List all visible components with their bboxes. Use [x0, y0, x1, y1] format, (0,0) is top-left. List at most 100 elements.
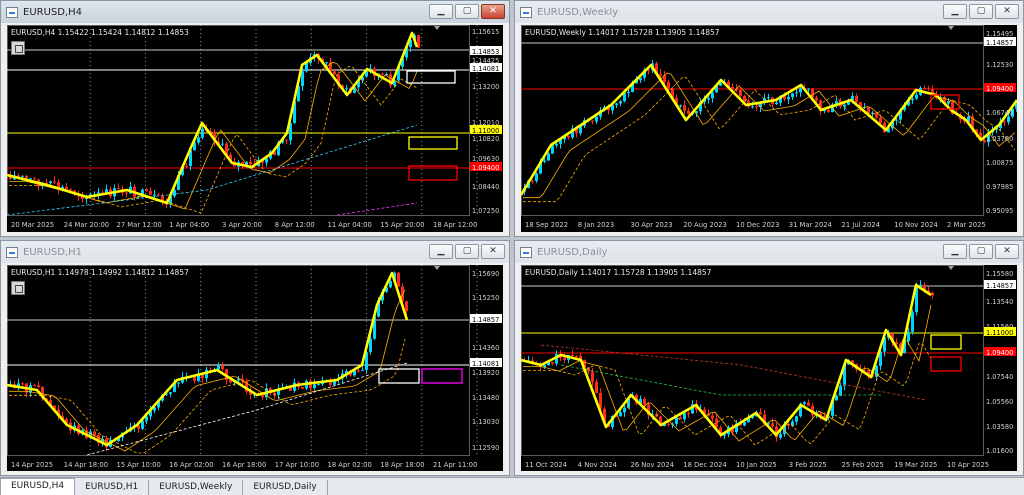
- tab-eurusd-h1[interactable]: EURUSD,H1: [75, 480, 150, 495]
- candle-body: [591, 371, 594, 382]
- tab-eurusd-weekly[interactable]: EURUSD,Weekly: [149, 480, 244, 495]
- minimize-button[interactable]: ▁: [943, 4, 967, 19]
- candle-body: [145, 189, 148, 191]
- candle-body: [767, 97, 770, 99]
- candle-body: [683, 105, 686, 111]
- window-titlebar[interactable]: EURUSD,Weekly ▁ ▢ ✕: [515, 1, 1023, 23]
- tab-eurusd-h4[interactable]: EURUSD,H4: [0, 478, 76, 495]
- time-axis-label: 10 Nov 2024: [894, 221, 938, 229]
- candle-body: [799, 88, 802, 93]
- candle-body: [751, 106, 754, 108]
- candle-body: [923, 87, 926, 89]
- candle-body: [361, 369, 364, 371]
- candle-body: [345, 88, 348, 90]
- candle-body: [33, 178, 36, 180]
- candle-body: [49, 181, 52, 184]
- time-axis-label: 18 Dec 2024: [683, 461, 726, 469]
- candle-body: [595, 381, 598, 393]
- candle-body: [117, 188, 120, 190]
- candle-body: [667, 423, 670, 425]
- window-title: EURUSD,H4: [23, 6, 83, 18]
- candle-body: [787, 97, 790, 100]
- close-button[interactable]: ✕: [995, 4, 1019, 19]
- indicator-line: [560, 364, 881, 396]
- candle-body: [591, 120, 594, 122]
- chart-shift-marker: [434, 266, 440, 270]
- indicator-line: [336, 202, 418, 216]
- candle-body: [65, 186, 68, 190]
- tab-eurusd-daily[interactable]: EURUSD,Daily: [243, 480, 328, 495]
- candle-body: [711, 92, 714, 99]
- maximize-button[interactable]: ▢: [455, 4, 479, 19]
- candle-body: [687, 413, 690, 415]
- close-button[interactable]: ✕: [995, 244, 1019, 259]
- minimize-button[interactable]: ▁: [943, 244, 967, 259]
- price-axis-label: 1.06740: [986, 109, 1013, 117]
- chart-window-daily[interactable]: EURUSD,Daily ▁ ▢ ✕ 1.15580 1.14857 1.13540…: [514, 240, 1024, 476]
- moving-average-line: [523, 72, 1016, 199]
- candle-body: [177, 382, 180, 384]
- candle-body: [815, 97, 818, 101]
- price-axis-label: 1.03580: [986, 423, 1013, 431]
- candle-body: [563, 357, 566, 360]
- candle-body: [627, 91, 630, 93]
- price-chart[interactable]: 1.15495 1.14857 1.12530 1.09400 1.06740 1.037…: [521, 25, 1017, 232]
- chart-icon: [6, 6, 18, 18]
- minimize-button[interactable]: ▁: [429, 4, 453, 19]
- candle-body: [567, 135, 570, 138]
- price-axis-label: 1.14857: [986, 282, 1013, 290]
- chart-shift-marker: [948, 266, 954, 270]
- close-button[interactable]: ✕: [481, 244, 505, 259]
- time-axis-label: 30 Apr 2023: [631, 221, 673, 229]
- maximize-button[interactable]: ▢: [969, 4, 993, 19]
- minimize-button[interactable]: ▁: [429, 244, 453, 259]
- window-titlebar[interactable]: EURUSD,H1 ▁ ▢ ✕: [1, 241, 509, 263]
- price-axis-label: 1.13200: [472, 83, 499, 91]
- candle-body: [249, 161, 252, 165]
- time-axis-label: 18 Apr 02:00: [328, 461, 372, 469]
- time-axis-label: 18 Apr 12:00: [433, 221, 477, 229]
- window-titlebar[interactable]: EURUSD,H4 ▁ ▢ ✕: [1, 1, 509, 23]
- candle-body: [301, 387, 304, 389]
- candle-body: [555, 143, 558, 146]
- candle-body: [803, 402, 806, 404]
- time-axis-label: 16 Apr 18:00: [222, 461, 266, 469]
- price-chart[interactable]: 1.15690 1.15250 1.14857 1.14360 1.14081 1.139…: [7, 265, 503, 471]
- time-axis-label: 14 Apr 18:00: [64, 461, 108, 469]
- time-axis-label: 1 Apr 04:00: [169, 221, 209, 229]
- candle-body: [619, 101, 622, 104]
- one-click-trading-icon[interactable]: [11, 41, 25, 55]
- maximize-button[interactable]: ▢: [455, 244, 479, 259]
- candle-body: [357, 370, 360, 372]
- chart-window-weekly[interactable]: EURUSD,Weekly ▁ ▢ ✕ 1.15495 1.14857 1.1253…: [514, 0, 1024, 237]
- candle-body: [907, 331, 910, 342]
- time-axis-label: 15 Apr 10:00: [117, 461, 161, 469]
- time-axis-label: 10 Dec 2023: [736, 221, 779, 229]
- one-click-trading-icon[interactable]: [11, 281, 25, 295]
- candle-body: [193, 376, 196, 381]
- candle-body: [1007, 116, 1010, 123]
- candle-body: [531, 180, 534, 182]
- chart-window-h1[interactable]: EURUSD,H1 ▁ ▢ ✕ 1.15690 1.15250 1.14857 1.1…: [0, 240, 510, 476]
- candle-body: [157, 194, 160, 196]
- candle-body: [743, 95, 746, 101]
- candle-body: [823, 416, 826, 418]
- close-button[interactable]: ✕: [481, 4, 505, 19]
- candle-body: [675, 417, 678, 424]
- price-chart[interactable]: 1.155801.148571.135401.115601.110001.094…: [521, 265, 1017, 471]
- window-title: EURUSD,H1: [23, 246, 83, 258]
- window-titlebar[interactable]: EURUSD,Daily ▁ ▢ ✕: [515, 241, 1023, 263]
- zigzag-line: [521, 283, 932, 437]
- candle-body: [623, 407, 626, 413]
- time-axis-label: 14 Apr 2025: [11, 461, 53, 469]
- maximize-button[interactable]: ▢: [969, 244, 993, 259]
- candle-body: [775, 102, 778, 105]
- price-chart[interactable]: 1.15615 1.14853 1.14425 1.14081 1.13200 1.120…: [7, 25, 503, 232]
- time-axis-label: 27 Mar 12:00: [117, 221, 162, 229]
- time-axis-label: 11 Oct 2024: [525, 461, 567, 469]
- chart-window-h4[interactable]: EURUSD,H4 ▁ ▢ ✕ 1.15615 1.14853 1.14425 1.1…: [0, 0, 510, 237]
- price-axis-label: 1.14360: [472, 344, 499, 352]
- ohlc-readout: EURUSD,Weekly 1.14017 1.15728 1.13905 1.…: [525, 28, 720, 37]
- candle-body: [595, 116, 598, 122]
- candle-body: [21, 175, 24, 177]
